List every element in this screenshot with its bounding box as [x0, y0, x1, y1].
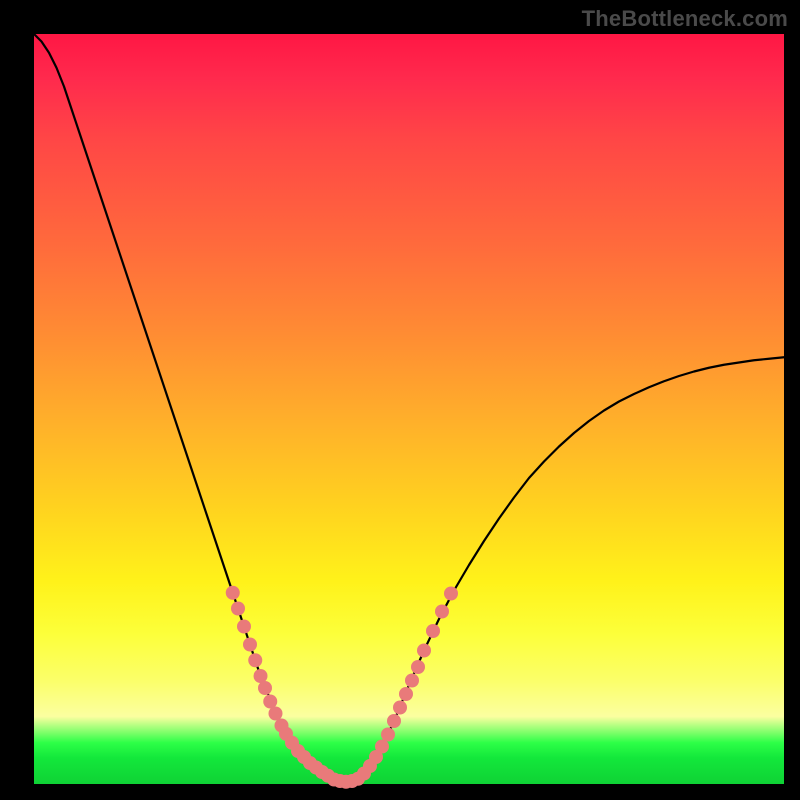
highlight-dot — [231, 602, 245, 616]
highlight-dot — [435, 605, 449, 619]
chart-svg — [34, 34, 784, 784]
outer-frame: TheBottleneck.com — [0, 0, 800, 800]
highlight-dot — [405, 674, 419, 688]
highlight-dot — [393, 701, 407, 715]
highlight-dot — [237, 620, 251, 634]
highlight-dot — [399, 687, 413, 701]
curve-line — [34, 34, 784, 783]
highlight-dot — [387, 714, 401, 728]
highlight-dot — [417, 644, 431, 658]
highlight-dot — [375, 740, 389, 754]
highlight-dot — [254, 669, 268, 683]
highlight-dot — [243, 638, 257, 652]
plot-area — [34, 34, 784, 784]
highlight-dot — [258, 681, 272, 695]
highlight-dot — [381, 728, 395, 742]
highlight-dot — [411, 660, 425, 674]
bottleneck-curve — [34, 34, 784, 783]
watermark-text: TheBottleneck.com — [582, 6, 788, 32]
highlight-dot — [248, 653, 262, 667]
highlight-dot — [226, 586, 240, 600]
highlight-dot — [263, 695, 277, 709]
highlight-dot — [426, 624, 440, 638]
highlight-dots — [226, 586, 458, 789]
highlight-dot — [444, 587, 458, 601]
highlight-dot — [269, 707, 283, 721]
